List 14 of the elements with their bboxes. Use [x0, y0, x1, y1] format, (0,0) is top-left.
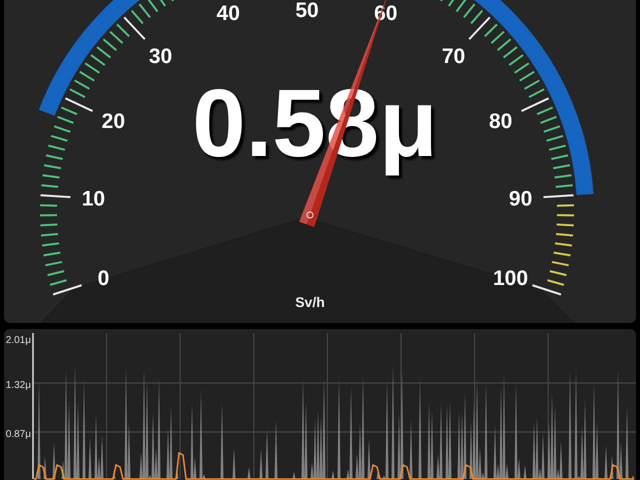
scale-label: 0 — [98, 267, 110, 290]
scale-label: 100 — [493, 267, 528, 290]
scale-label: 20 — [102, 110, 126, 133]
scale-label: 80 — [488, 110, 512, 133]
scale-label: 90 — [508, 188, 532, 211]
unit-label: Sv/h — [295, 294, 325, 310]
scale-label: 70 — [442, 45, 466, 68]
axis-label: 1.32μ — [6, 380, 31, 391]
axis-label: 0.87μ — [6, 429, 31, 440]
scale-label: 30 — [148, 45, 172, 68]
scale-label: 10 — [82, 188, 106, 211]
scale-label: 50 — [295, 0, 319, 22]
axis-label: 2.01μ — [6, 335, 31, 346]
scale-label: 40 — [216, 2, 240, 26]
